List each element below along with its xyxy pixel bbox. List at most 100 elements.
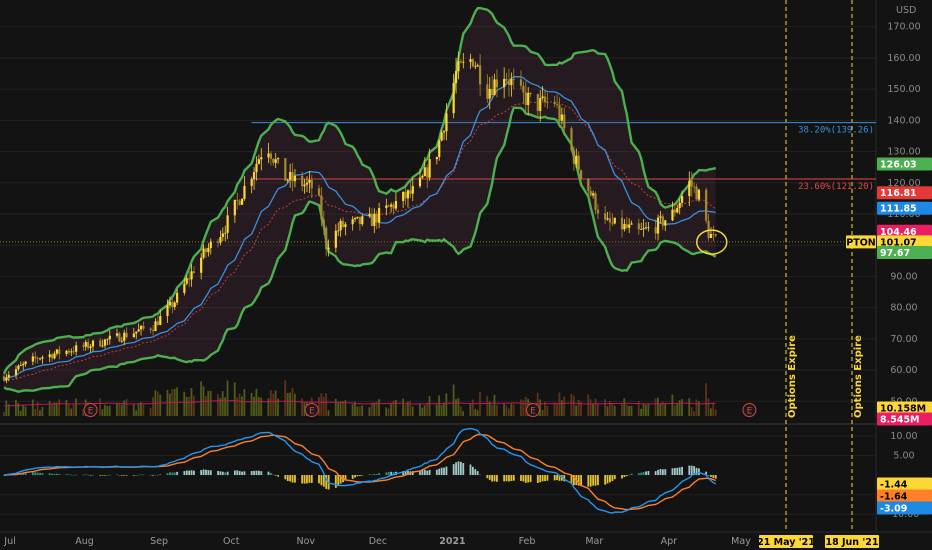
macd-histogram-bar [190,470,193,476]
macd-histogram-bar [200,470,203,476]
volume-bar [575,405,578,416]
candle-body [454,71,458,84]
price-tick-label: 150.00 [887,84,920,95]
volume-bar [695,399,698,416]
volume-bar [342,401,344,416]
volume-bar [645,404,647,416]
candle-body [688,180,691,197]
candle-body [589,191,592,196]
macd-histogram-bar [31,472,34,476]
macd-histogram-bar [306,475,308,484]
fib-label: 38.20%(139.26) [798,126,874,136]
volume-bar [435,404,438,416]
candle-body [320,195,323,220]
month-tick-label: Jul [3,536,15,547]
macd-histogram-bar [556,475,558,481]
volume-bar [592,403,594,416]
volume-bar [707,398,710,416]
volume-bar [438,395,441,416]
candle-body [594,193,597,210]
volume-bar [659,403,662,416]
macd-histogram-bar [337,475,340,487]
candle-body [527,92,530,106]
macd-histogram-bar [217,470,219,476]
month-tick-label: Apr [661,536,678,547]
candle-body [440,132,443,141]
macd-histogram-bar [104,475,106,476]
volume-bar [183,391,186,416]
candle-body [604,213,607,220]
macd-histogram-bar [322,475,325,487]
macd-histogram-bar [529,475,532,483]
macd-histogram-bar [142,474,145,476]
price-badge-value: 116.81 [880,188,917,199]
ticker-label: PTON [846,237,876,248]
volume-bar [423,405,426,416]
volume-bar [238,393,241,416]
candle-body [286,179,289,181]
candle-body [243,185,246,199]
candle-body [664,220,667,226]
month-tick-label: May [731,536,751,547]
earnings-marker-label: E [88,407,94,417]
candle-body [125,332,128,338]
macd-histogram-bar [101,475,104,476]
candle-body [327,247,330,250]
candle-body [120,340,123,342]
macd-badge-value: -3.09 [880,504,907,515]
macd-histogram-bar [226,471,229,476]
candle-body [543,96,547,103]
macd-histogram-bar [152,475,154,476]
candle-body [690,180,693,187]
volume-bar [452,384,455,416]
candle-body [67,350,71,353]
volume-bar [553,402,556,416]
macd-histogram-bar [462,463,465,476]
candle-body [493,79,496,96]
candle-body [406,190,410,199]
macd-histogram-bar [202,469,205,476]
candle-body [171,301,174,308]
volume-bar [507,408,510,416]
macd-histogram-bar [375,474,378,476]
volume-bar [339,401,342,416]
macd-histogram-bar [536,475,539,483]
macd-histogram-bar [120,475,123,476]
volume-bar [387,408,390,416]
candle-body [204,248,208,253]
macd-histogram-bar [207,470,210,476]
candle-body [272,158,275,163]
volume-bar [286,392,289,416]
candle-body [166,305,169,317]
volume-bar [149,408,152,416]
macd-histogram-bar [496,475,498,482]
candle-body [58,349,61,355]
volume-bar [512,404,515,416]
candle-body [233,199,236,216]
candle-body [341,220,345,227]
volume-bar [15,399,17,416]
macd-histogram-bar [640,472,643,476]
volume-bar [620,402,623,416]
volume-bar [714,409,717,416]
macd-histogram-bar [625,475,628,477]
volume-bar [495,404,498,416]
macd-histogram-bar [169,472,171,476]
candle-body [103,339,107,346]
candle-body [5,377,8,381]
candle-body [14,369,18,376]
macd-histogram-bar [452,464,455,476]
candle-body [476,65,479,67]
macd-histogram-bar [637,473,640,476]
candle-body [469,59,472,62]
candle-body [250,178,253,186]
macd-histogram-bar [440,467,443,476]
candle-body [577,155,580,171]
stock-chart[interactable]: USD Options Expire 21 May '21 Options Expi… [0,0,932,550]
candle-body [592,193,595,196]
macd-histogram-bar [87,474,90,476]
macd-histogram-bar [688,465,691,476]
candle-body [154,321,157,331]
volume-bar [370,402,373,416]
macd-histogram-bar [58,474,61,476]
